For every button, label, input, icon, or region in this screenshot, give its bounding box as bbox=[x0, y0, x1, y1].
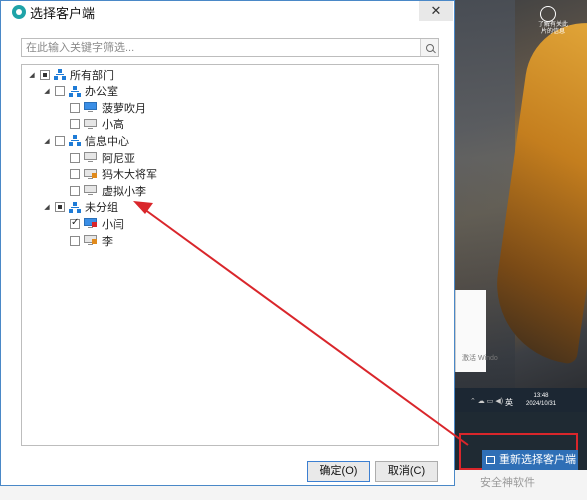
search-input[interactable] bbox=[22, 39, 428, 56]
cancel-button[interactable]: 取消(C) bbox=[375, 461, 438, 482]
monitor-icon bbox=[486, 456, 495, 464]
reselect-client-label: 重新选择客户端 bbox=[499, 454, 576, 466]
computer-icon bbox=[84, 235, 98, 246]
tree-checkbox[interactable] bbox=[70, 217, 80, 229]
expand-arrow-icon[interactable]: ◢ bbox=[43, 137, 51, 145]
dialog-title: 选择客户端 bbox=[30, 5, 96, 21]
tree-checkbox[interactable] bbox=[55, 202, 65, 213]
close-button[interactable]: ✕ bbox=[419, 1, 453, 21]
search-field[interactable] bbox=[21, 38, 439, 57]
ime-indicator[interactable]: 英 bbox=[505, 397, 513, 408]
tree-checkbox[interactable] bbox=[70, 102, 80, 113]
desktop-caption: 了解有关此 片的信息 bbox=[537, 22, 568, 35]
tree-node-label: 未分组 bbox=[85, 202, 118, 215]
tree-node-label: 小闫 bbox=[102, 218, 124, 231]
tree-node-label: 李 bbox=[102, 235, 113, 248]
tray-icons: ⌃ ☁ ▭ ◀) bbox=[470, 398, 504, 405]
reselect-client-button[interactable]: 重新选择客户端 bbox=[482, 450, 578, 470]
tree-node-label: 菠萝吹月 bbox=[102, 102, 146, 115]
tree-group-node[interactable]: ◢ 信息中心 bbox=[43, 132, 129, 149]
tree-checkbox[interactable] bbox=[70, 169, 80, 180]
tree-checkbox[interactable] bbox=[70, 185, 80, 196]
org-chart-icon bbox=[69, 85, 81, 97]
tree-node-label: 虚拟小李 bbox=[102, 185, 146, 198]
app-icon bbox=[12, 5, 26, 19]
taskbar-clock: 13:48 2024/10/31 bbox=[526, 393, 557, 407]
tree-checkbox[interactable] bbox=[55, 135, 65, 146]
tree-checkbox[interactable] bbox=[70, 119, 80, 130]
computer-icon bbox=[84, 118, 98, 130]
select-client-dialog: 选择客户端 ✕ ◢ 所有部门 ◢ 办公室菠萝吹月小高 ◢ 信息中心阿尼亚犸木大将军虚拟小李… bbox=[0, 0, 455, 486]
tree-client-node[interactable]: 阿尼亚 bbox=[58, 149, 135, 166]
computer-icon bbox=[84, 102, 98, 113]
tree-client-node[interactable]: 菠萝吹月 bbox=[58, 99, 146, 116]
expand-arrow-icon[interactable]: ◢ bbox=[43, 203, 51, 211]
computer-icon bbox=[84, 218, 98, 229]
camera-icon[interactable] bbox=[540, 6, 556, 22]
tree-client-node[interactable]: 小高 bbox=[58, 116, 124, 133]
tree-node-label: 小高 bbox=[102, 119, 124, 132]
tree-checkbox[interactable] bbox=[70, 235, 80, 246]
tree-group-node[interactable]: ◢ 未分组 bbox=[43, 199, 118, 216]
tree-client-node[interactable]: 犸木大将军 bbox=[58, 166, 157, 183]
expand-arrow-icon[interactable]: ◢ bbox=[43, 87, 51, 95]
ok-button[interactable]: 确定(O) bbox=[307, 461, 370, 482]
tree-client-node[interactable]: 虚拟小李 bbox=[58, 182, 146, 199]
tree-node-label: 所有部门 bbox=[70, 69, 114, 82]
search-icon bbox=[425, 43, 434, 52]
org-chart-icon bbox=[69, 135, 81, 147]
tree-group-node[interactable]: ◢ 办公室 bbox=[43, 83, 118, 100]
tree-node-label: 犸木大将军 bbox=[102, 169, 157, 182]
expand-arrow-icon[interactable]: ◢ bbox=[28, 71, 36, 79]
search-button[interactable] bbox=[420, 39, 438, 56]
computer-icon bbox=[84, 152, 98, 163]
computer-icon bbox=[84, 168, 98, 180]
org-chart-icon bbox=[69, 201, 81, 213]
tree-node-label: 信息中心 bbox=[85, 135, 129, 148]
watermark: 安全神软件 bbox=[480, 477, 535, 489]
org-chart-icon bbox=[54, 69, 66, 80]
tree-client-node[interactable]: 李 bbox=[58, 232, 113, 249]
client-tree[interactable]: ◢ 所有部门 ◢ 办公室菠萝吹月小高 ◢ 信息中心阿尼亚犸木大将军虚拟小李 ◢ 未分组小闫李 bbox=[21, 64, 439, 446]
tree-checkbox[interactable] bbox=[40, 69, 50, 80]
tree-node-label: 办公室 bbox=[85, 86, 118, 99]
tree-checkbox[interactable] bbox=[70, 152, 80, 163]
title-bar: 选择客户端 ✕ bbox=[1, 1, 454, 23]
tree-checkbox[interactable] bbox=[55, 86, 65, 97]
activation-text: 激活 Windo bbox=[462, 355, 498, 362]
tree-client-node[interactable]: 小闫 bbox=[58, 215, 124, 232]
tree-node-label: 阿尼亚 bbox=[102, 152, 135, 165]
computer-icon bbox=[84, 185, 98, 196]
tree-group-node[interactable]: ◢ 所有部门 bbox=[28, 66, 114, 83]
